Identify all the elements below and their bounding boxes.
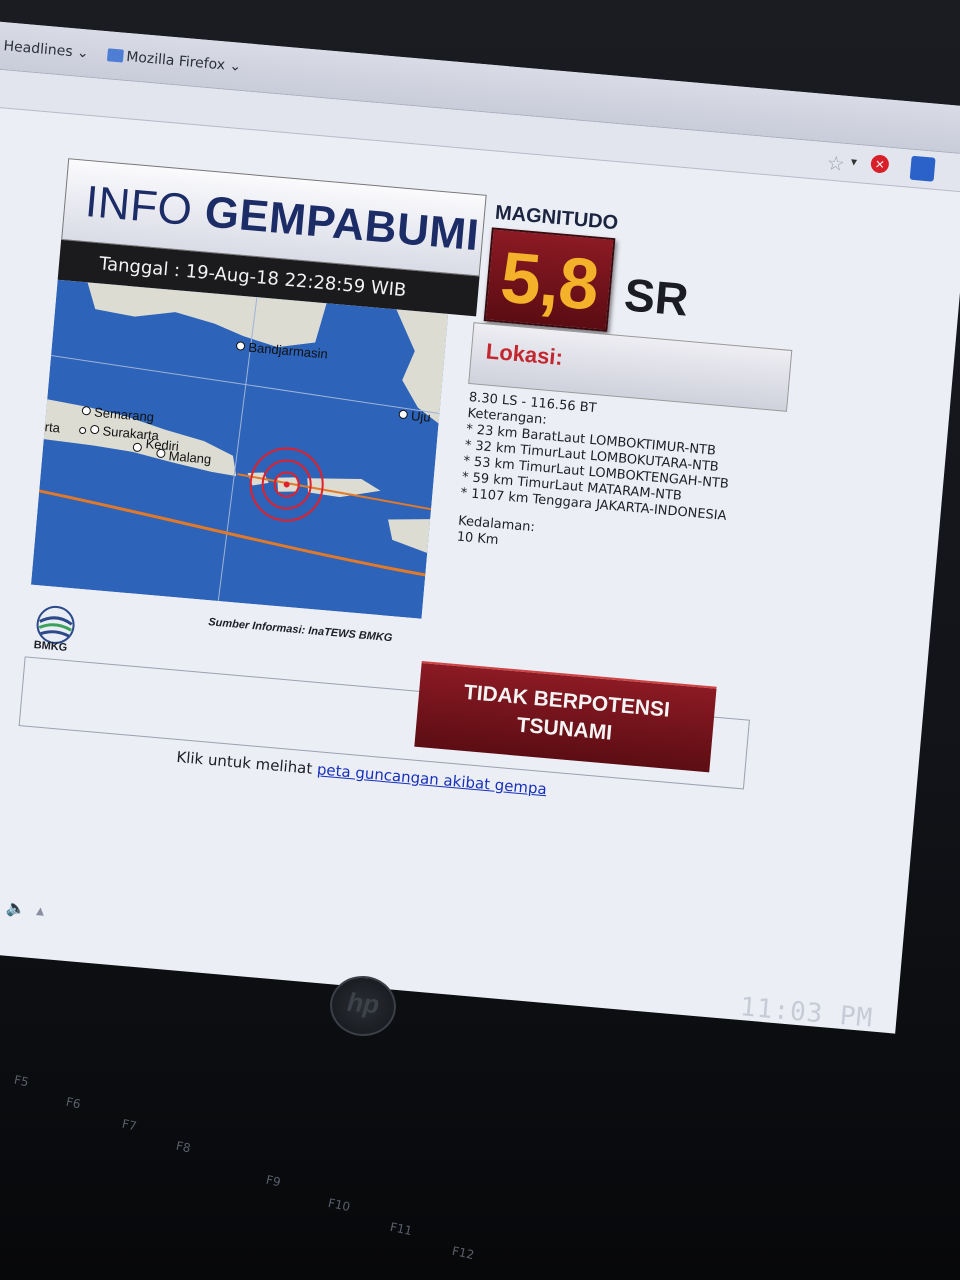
city-jakarta-partial: rta: [44, 419, 61, 435]
addon-icon[interactable]: [909, 155, 936, 182]
footer-label: Klik untuk melihat: [175, 747, 318, 779]
city-marker: [81, 406, 91, 416]
bookmark-label: Mozilla Firefox: [125, 48, 226, 74]
key-f7: F7: [120, 1116, 138, 1134]
stop-icon[interactable]: ×: [870, 154, 890, 174]
city-marker: [156, 448, 166, 458]
tray-up-icon[interactable]: ▴: [36, 900, 46, 920]
bookmark-latest-headlines[interactable]: est Headlines ⌄: [0, 36, 89, 62]
key-f9: F9: [264, 1172, 282, 1190]
bookmark-mozilla-firefox[interactable]: Mozilla Firefox ⌄: [106, 47, 242, 75]
title-bold: GEMPABUMI: [202, 187, 482, 261]
key-f11: F11: [388, 1219, 414, 1239]
city-marker: [132, 442, 142, 452]
city-marker: [236, 341, 246, 351]
title-light: INFO: [83, 176, 208, 237]
lokasi-label: Lokasi:: [484, 338, 564, 371]
key-f10: F10: [326, 1195, 352, 1215]
chevron-down-icon[interactable]: ▾: [850, 154, 857, 168]
magnitude-box: 5,8: [483, 227, 616, 332]
photo-scene: est Headlines ⌄ Mozilla Firefox ⌄ ☆ ▾ × …: [0, 0, 960, 1280]
key-f12: F12: [450, 1243, 476, 1263]
star-icon[interactable]: ☆: [826, 150, 846, 175]
chevron-down-icon: ⌄: [76, 44, 90, 62]
chevron-down-icon: ⌄: [228, 57, 242, 75]
hp-logo-text: hp: [346, 986, 381, 1020]
laptop-screen: est Headlines ⌄ Mozilla Firefox ⌄ ☆ ▾ × …: [0, 20, 960, 1034]
magnitude-unit: SR: [622, 268, 691, 326]
key-f6: F6: [64, 1094, 82, 1112]
city-uju: Uju: [411, 408, 432, 425]
magnitude-value: 5,8: [497, 237, 602, 326]
folder-icon: [106, 48, 124, 63]
earthquake-info-card: INFO GEMPABUMI Tanggal : 19-Aug-18 22:28…: [13, 158, 806, 860]
bookmark-label: est Headlines: [0, 36, 74, 61]
city-marker: [79, 427, 87, 435]
city-marker: [90, 425, 100, 435]
city-marker: [398, 409, 408, 419]
epicenter-map: Bandjarmasin Semarang Surakarta rta Kedi…: [30, 279, 449, 619]
system-tray: ✕ 🔈 ▴: [0, 896, 46, 920]
key-f5: F5: [12, 1072, 30, 1090]
location-details: 8.30 LS - 116.56 BT Keterangan: * 23 km …: [456, 390, 758, 571]
source-info: Sumber Informasi: InaTEWS BMKG: [207, 616, 393, 645]
volume-icon[interactable]: 🔈: [6, 898, 28, 919]
key-f8: F8: [174, 1138, 192, 1156]
